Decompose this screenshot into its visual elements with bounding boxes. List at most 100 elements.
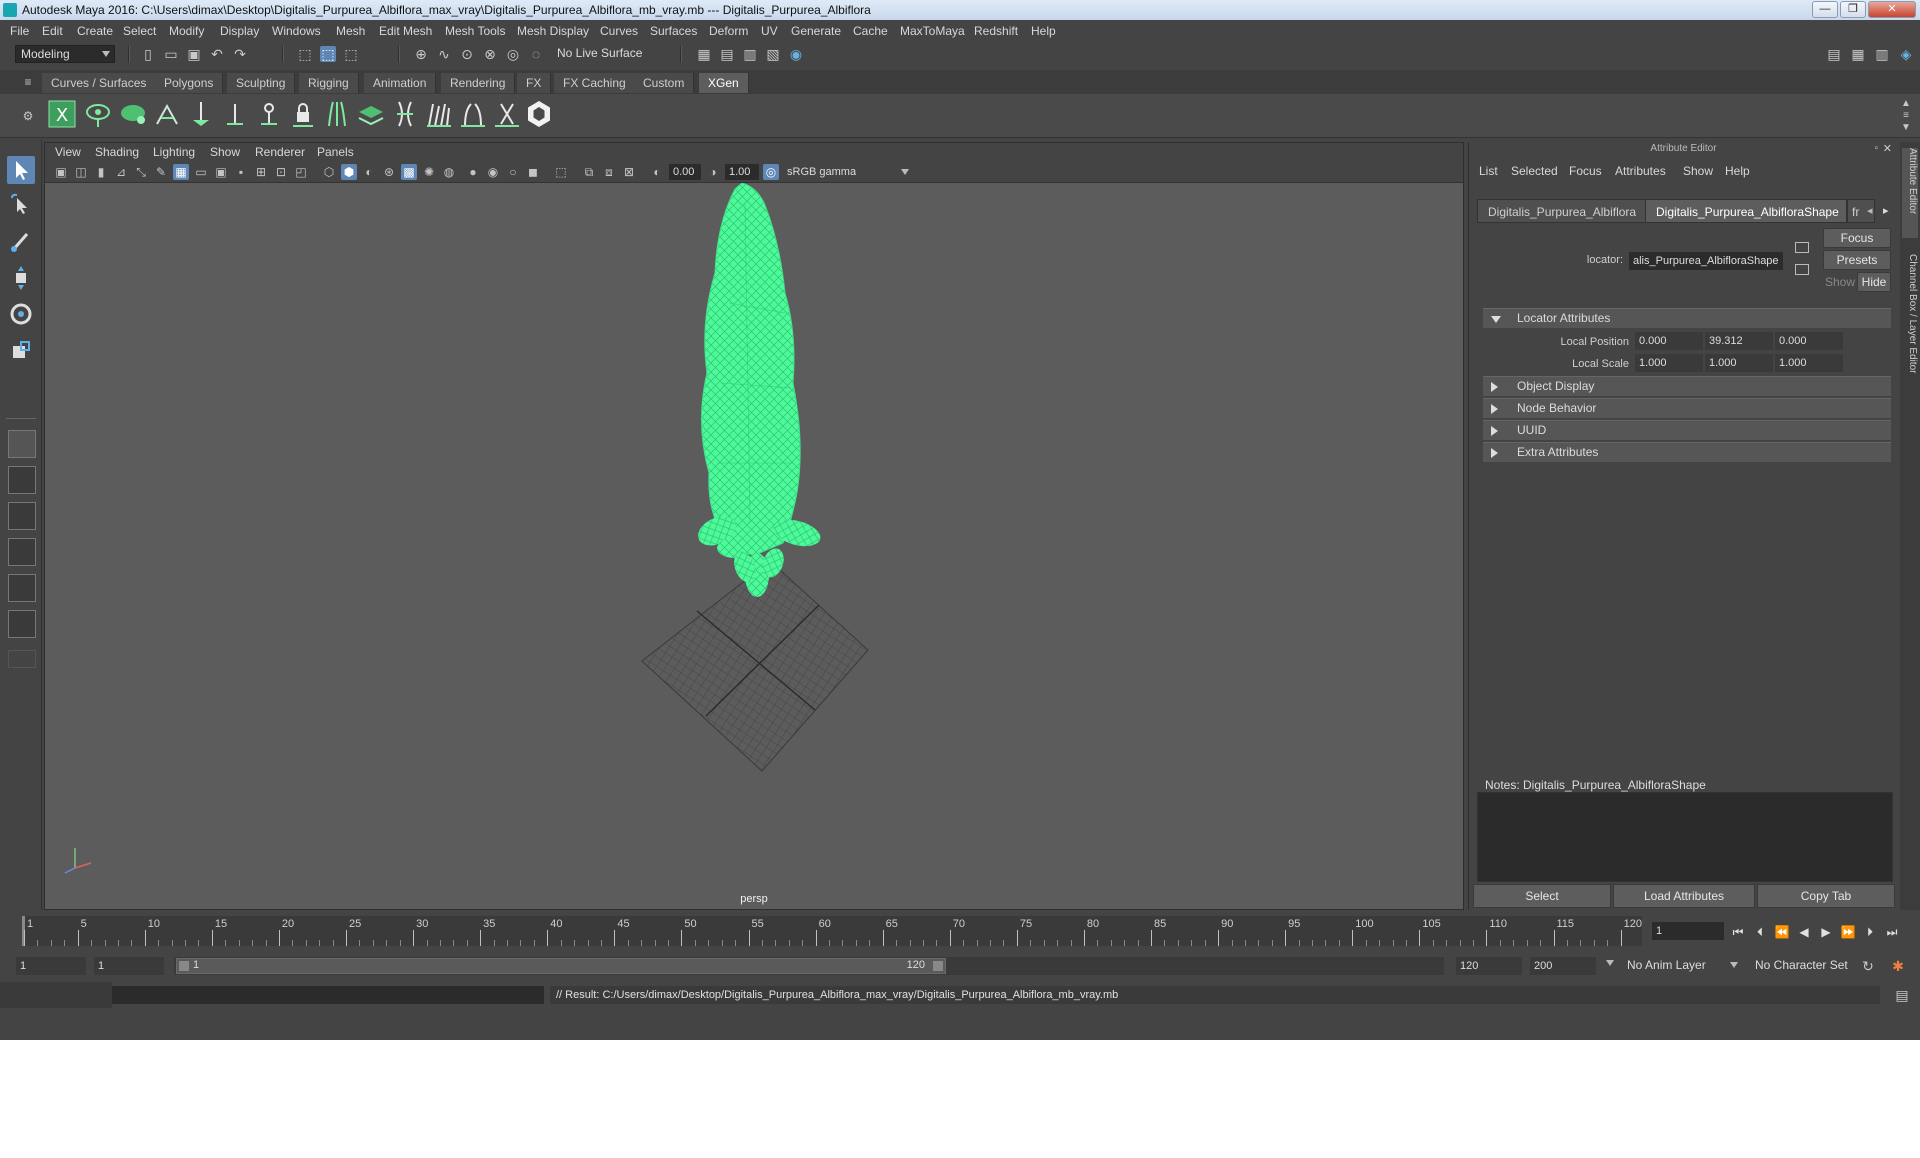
side-tab-channel-box[interactable]: Channel Box / Layer Editor bbox=[1902, 254, 1918, 394]
gamma-icon[interactable]: ◑ bbox=[705, 164, 721, 180]
grid-icon[interactable]: ▦ bbox=[173, 164, 189, 180]
section-uuid[interactable]: UUID bbox=[1483, 420, 1891, 440]
shelf-tab-custom[interactable]: Custom bbox=[634, 73, 695, 93]
snap-grid-icon[interactable]: ⊕ bbox=[413, 46, 429, 62]
shadows-icon[interactable]: ◍ bbox=[441, 164, 457, 180]
exposure-icon[interactable]: ◐ bbox=[649, 164, 665, 180]
depth-of-field-icon[interactable]: ◼ bbox=[525, 164, 541, 180]
local-position-x[interactable]: 0.000 bbox=[1635, 332, 1703, 350]
outliner-persp-layout-icon[interactable] bbox=[8, 538, 36, 566]
xgen-add-guide-icon[interactable] bbox=[219, 98, 251, 130]
shelf-scroll-down-icon[interactable]: ▼ bbox=[1898, 120, 1914, 136]
maximize-button[interactable]: ❐ bbox=[1840, 1, 1866, 18]
shelf-tab-rendering[interactable]: Rendering bbox=[441, 73, 516, 93]
lasso-tool-icon[interactable] bbox=[7, 192, 35, 220]
tab-scroll-left-icon[interactable]: ◂ bbox=[1867, 204, 1873, 217]
gate-mask-icon[interactable]: ▪ bbox=[233, 164, 249, 180]
grease-pencil-icon[interactable]: ✎ bbox=[153, 164, 169, 180]
shelf-tab-polygons[interactable]: Polygons bbox=[155, 73, 224, 93]
show-button[interactable]: Show bbox=[1823, 272, 1857, 292]
play-backwards-icon[interactable]: ◀ bbox=[1796, 924, 1812, 940]
anim-layer-selector[interactable]: No Anim Layer bbox=[1622, 957, 1742, 975]
menu-create[interactable]: Create bbox=[77, 24, 113, 38]
local-position-y[interactable]: 39.312 bbox=[1705, 332, 1773, 350]
render-settings-icon[interactable]: ▧ bbox=[765, 46, 781, 62]
close-button[interactable]: ✕ bbox=[1868, 1, 1916, 18]
xgen-guide-lock-icon[interactable] bbox=[253, 98, 285, 130]
current-frame-field[interactable]: 1 bbox=[1652, 922, 1724, 940]
step-back-frame-icon[interactable]: ⏴ bbox=[1752, 924, 1768, 940]
select-object-icon[interactable]: ⬚ bbox=[320, 46, 336, 62]
play-forwards-icon[interactable]: ▶ bbox=[1818, 924, 1834, 940]
local-scale-x[interactable]: 1.000 bbox=[1635, 354, 1703, 372]
section-extra-attributes[interactable]: Extra Attributes bbox=[1483, 442, 1891, 462]
menu-file[interactable]: File bbox=[10, 24, 29, 38]
xgen-cut-icon[interactable] bbox=[491, 98, 523, 130]
go-to-start-icon[interactable]: ⏮ bbox=[1730, 924, 1746, 940]
animation-preferences-icon[interactable]: ✱ bbox=[1890, 958, 1906, 974]
shelf-tab-xgen[interactable]: XGen bbox=[699, 73, 749, 93]
ae-menu-show[interactable]: Show bbox=[1683, 164, 1713, 178]
wireframe-icon[interactable]: ⬡ bbox=[321, 164, 337, 180]
range-end-grip-icon[interactable] bbox=[933, 961, 943, 971]
viewport-menu-show[interactable]: Show bbox=[210, 145, 240, 159]
chevron-down-icon[interactable] bbox=[1606, 960, 1614, 966]
snap-view-plane-icon[interactable]: ⊗ bbox=[482, 46, 498, 62]
viewport-menu-shading[interactable]: Shading bbox=[95, 145, 139, 159]
graph-persp-layout-icon[interactable] bbox=[8, 574, 36, 602]
xgen-clumping-icon[interactable] bbox=[457, 98, 489, 130]
xgen-interactive-groom-icon[interactable] bbox=[523, 98, 555, 130]
section-object-display[interactable]: Object Display bbox=[1483, 376, 1891, 396]
xgen-lock-icon[interactable] bbox=[287, 98, 319, 130]
render-view-icon[interactable]: ▦ bbox=[696, 46, 712, 62]
menu-select[interactable]: Select bbox=[123, 24, 156, 38]
time-ruler[interactable]: 1 5 10 15 20 25 30 35 40 45 50 55 60 65 70 75 80 85 90 95 10… bbox=[22, 916, 1642, 946]
time-slider[interactable]: 1 5 10 15 20 25 30 35 40 45 50 55 60 65 70 75 80 85 90 95 10… bbox=[0, 912, 1920, 950]
shelf-options-icon[interactable]: ⚙ bbox=[20, 108, 36, 124]
close-panel-icon[interactable]: ✕ bbox=[1883, 142, 1892, 155]
viewport-persp[interactable]: View Shading Lighting Show Renderer Pane… bbox=[44, 142, 1464, 910]
menu-help[interactable]: Help bbox=[1031, 24, 1056, 38]
lights-icon[interactable]: ✺ bbox=[421, 164, 437, 180]
xray-icon[interactable]: ⧉ bbox=[581, 164, 597, 180]
hypershade-icon[interactable]: ◉ bbox=[788, 46, 804, 62]
step-back-key-icon[interactable]: ⏪ bbox=[1774, 924, 1790, 940]
anti-aliasing-icon[interactable]: ○ bbox=[505, 164, 521, 180]
hide-button[interactable]: Hide bbox=[1857, 272, 1891, 292]
smooth-shade-icon[interactable]: ⬢ bbox=[341, 164, 357, 180]
color-management-icon[interactable]: ◎ bbox=[763, 164, 779, 180]
bookmark-icon[interactable]: ▮ bbox=[93, 164, 109, 180]
menu-display[interactable]: Display bbox=[220, 24, 259, 38]
menu-edit[interactable]: Edit bbox=[42, 24, 63, 38]
menu-windows[interactable]: Windows bbox=[272, 24, 321, 38]
menu-mesh-display[interactable]: Mesh Display bbox=[517, 24, 589, 38]
default-material-icon[interactable]: ◐ bbox=[361, 164, 377, 180]
tool-settings-toggle-icon[interactable]: ▥ bbox=[1874, 46, 1890, 62]
shelf-tab-animation[interactable]: Animation bbox=[364, 73, 437, 93]
shelf-tab-curves-surfaces[interactable]: Curves / Surfaces bbox=[42, 73, 157, 93]
menu-modify[interactable]: Modify bbox=[169, 24, 204, 38]
viewport-menu-panels[interactable]: Panels bbox=[317, 145, 354, 159]
shelf-tab-fx[interactable]: FX bbox=[517, 73, 552, 93]
step-forward-key-icon[interactable]: ⏩ bbox=[1840, 924, 1856, 940]
node-tab-shape[interactable]: Digitalis_Purpurea_AlbifloraShape bbox=[1645, 199, 1847, 223]
safe-action-icon[interactable]: ⊡ bbox=[273, 164, 289, 180]
render-frame-icon[interactable]: ▤ bbox=[719, 46, 735, 62]
command-input[interactable] bbox=[112, 986, 544, 1004]
paint-select-tool-icon[interactable] bbox=[7, 228, 35, 256]
tab-scroll-right-icon[interactable]: ▸ bbox=[1883, 204, 1889, 217]
float-panel-icon[interactable]: ▫ bbox=[1874, 143, 1878, 154]
side-tab-attribute-editor[interactable]: Attribute Editor bbox=[1902, 148, 1918, 238]
copy-tab-button[interactable]: Copy Tab bbox=[1757, 884, 1895, 908]
open-scene-icon[interactable]: ▭ bbox=[163, 46, 179, 62]
menu-uv[interactable]: UV bbox=[761, 24, 778, 38]
select-component-icon[interactable]: ⬚ bbox=[343, 46, 359, 62]
ipr-render-icon[interactable]: ▥ bbox=[742, 46, 758, 62]
gamma-field[interactable]: 1.00 bbox=[725, 164, 759, 180]
isolate-select-icon[interactable]: ⬚ bbox=[553, 164, 569, 180]
focus-node-icon[interactable] bbox=[1795, 242, 1809, 253]
digitalis-plant-mesh[interactable] bbox=[693, 183, 823, 597]
rotate-tool-icon[interactable] bbox=[7, 300, 35, 328]
focus-button[interactable]: Focus bbox=[1823, 228, 1891, 248]
node-name-field[interactable]: alis_Purpurea_AlbifloraShape bbox=[1629, 252, 1783, 270]
